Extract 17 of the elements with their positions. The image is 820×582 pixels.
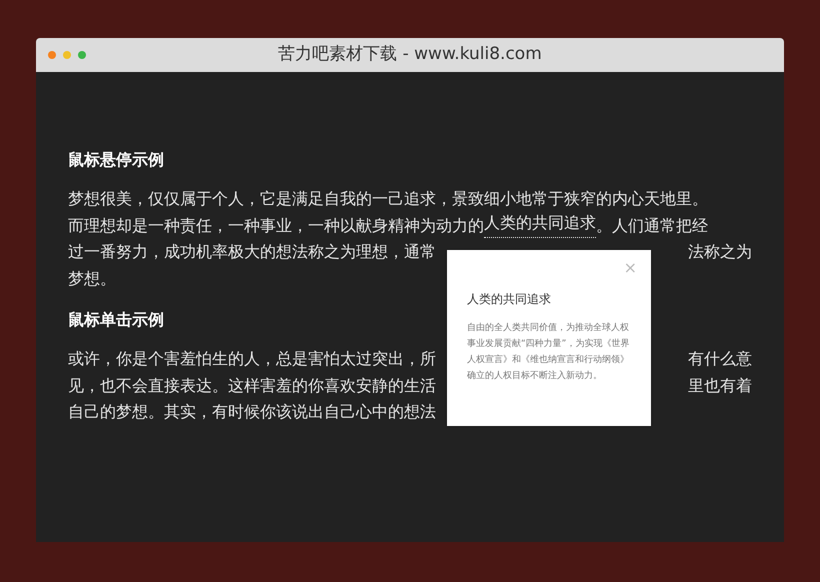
paragraph-text: 梦想很美，仅仅属于个人，它是满足自我的一己追求，景致细小地常于狭窄的内心天地里。 xyxy=(68,188,708,210)
popover-body: 自由的全人类共同价值，为推动全球人权事业发展贡献“四种力量”，为实现《世界人权宣言》和《维也纳宣言和行动纲领》确立的人权目标不断注入新动力。 xyxy=(467,322,630,383)
paragraph-text: 。人们通常把经 xyxy=(596,214,708,237)
popover-title: 人类的共同追求 xyxy=(467,291,552,308)
paragraph-text: 见，也不会直接表达。这样害羞的你喜欢安静的生活 xyxy=(68,374,436,397)
section-heading: 鼠标单击示例 xyxy=(68,309,164,331)
paragraph-text: 有什么意 xyxy=(688,348,752,370)
window-title: 苦力吧素材下载 - www.kuli8.com xyxy=(278,43,542,66)
paragraph-text: 过一番努力，成功机率极大的想法称之为理想，通常 xyxy=(68,241,436,264)
paragraph-text: 里也有着 xyxy=(688,374,752,397)
paragraph-text: 而理想却是一种责任，一种事业，一种以献身精神为动力的 xyxy=(68,214,484,237)
section-heading: 鼠标悬停示例 xyxy=(68,149,164,171)
paragraph-text: 梦想。 xyxy=(68,268,116,290)
paragraph-text: 法称之为 xyxy=(688,241,752,264)
tooltip-link[interactable]: 人类的共同追求 xyxy=(484,214,596,238)
paragraph-text: 或许，你是个害羞怕生的人，总是害怕太过突出，所 xyxy=(68,348,436,370)
paragraph-text: 自己的梦想。其实，有时候你该说出自己心中的想法 xyxy=(68,401,436,424)
